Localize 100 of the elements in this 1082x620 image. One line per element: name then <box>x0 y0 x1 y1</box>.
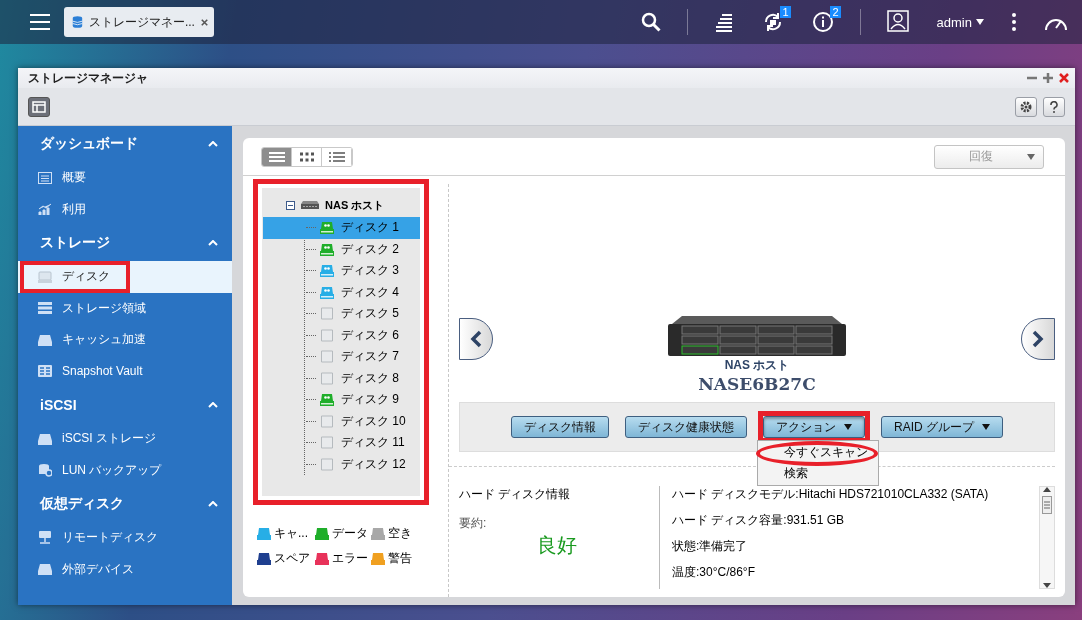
menu-icon[interactable] <box>30 14 50 30</box>
tree-item[interactable]: ディスク 7 <box>263 346 420 368</box>
grid-icon <box>38 365 52 378</box>
detail-list-icon <box>328 151 345 162</box>
disk-icon <box>320 285 334 299</box>
stack-icon[interactable] <box>713 11 734 33</box>
user-menu[interactable]: admin <box>936 14 984 30</box>
sidebar-item[interactable]: 利用 <box>18 193 232 225</box>
dropdown-button[interactable]: RAID グループ <box>881 416 1003 438</box>
drive-icon <box>38 432 52 445</box>
sidebar-item[interactable]: iSCSI ストレージ <box>18 423 232 455</box>
table-icon <box>38 171 52 184</box>
sidebar-item[interactable]: LUN バックアップ <box>18 454 232 486</box>
tree-item[interactable]: ディスク 1 <box>263 217 420 239</box>
database-icon <box>72 14 83 30</box>
section-title: ハード ディスク情報 <box>459 486 572 503</box>
action-button[interactable]: ディスク健康状態 <box>625 416 747 438</box>
menu-item[interactable]: 検索 <box>758 463 878 484</box>
sidebar-item[interactable]: 外部デバイス <box>18 553 232 585</box>
section-header: ダッシュボード <box>40 135 139 153</box>
dropdown-button[interactable]: アクション <box>763 416 865 438</box>
drive-icon <box>38 563 52 576</box>
notification-badge: 2 <box>830 6 841 18</box>
status-value: 良好 <box>537 533 578 558</box>
next-button[interactable] <box>1021 318 1055 360</box>
sidebar-item[interactable]: Snapshot Vault <box>18 355 232 387</box>
maximize-icon[interactable] <box>1043 73 1053 83</box>
tree-item[interactable]: ディスク 12 <box>263 453 420 475</box>
menu-item[interactable]: 今すぐスキャン <box>758 442 878 463</box>
tree-item[interactable]: ディスク 8 <box>263 367 420 389</box>
device-caption: NAS ホスト <box>724 357 790 374</box>
tree-root-label[interactable]: NAS ホスト <box>325 197 385 213</box>
sidebar-item[interactable]: リモートディスク <box>18 522 232 554</box>
collapse-icon[interactable] <box>286 200 295 210</box>
tree-item[interactable]: ディスク 5 <box>263 303 420 325</box>
action-button[interactable]: ディスク情報 <box>511 416 609 438</box>
legend-item: 警告 <box>371 550 427 567</box>
settings-icon <box>1020 100 1032 113</box>
chevron-left-icon <box>470 330 482 348</box>
scrollbar[interactable] <box>1039 486 1055 589</box>
scroll-up-icon[interactable] <box>1043 487 1051 492</box>
close-icon[interactable] <box>200 17 208 27</box>
help-icon <box>1050 100 1058 113</box>
disk-icon <box>320 264 334 278</box>
legend-item: データ <box>315 525 371 542</box>
info-line: ハード ディスクモデル:Hitachi HDS721010CLA332 (SATA) <box>672 486 990 503</box>
stack-icon <box>38 302 52 315</box>
previous-button[interactable] <box>459 318 493 360</box>
layout-button[interactable] <box>28 96 50 117</box>
caret-icon <box>982 424 990 430</box>
window-title: ストレージマネージャ <box>28 69 149 87</box>
sidebar-item[interactable]: 概要 <box>18 162 232 194</box>
legend-item: キャ... <box>257 525 315 542</box>
app-tab[interactable]: ストレージマネー... <box>64 7 214 37</box>
highlight-box: ディスク <box>20 261 130 293</box>
search-icon[interactable] <box>640 12 661 32</box>
info-icon[interactable] <box>811 11 834 33</box>
notification-badge: 1 <box>780 6 791 18</box>
tree-item[interactable]: ディスク 10 <box>263 410 420 432</box>
disk-icon <box>320 393 334 407</box>
help-button[interactable] <box>1043 96 1065 117</box>
chevron-right-icon <box>1032 330 1044 348</box>
close-icon[interactable] <box>1059 73 1069 83</box>
device-name: NASE6B27C <box>698 374 816 394</box>
section-header: iSCSI <box>40 397 78 413</box>
info-line: ハード ディスク容量:931.51 GB <box>672 512 846 529</box>
field-label: 要約: <box>459 515 488 532</box>
list-icon <box>268 151 285 162</box>
legend-item: 空き <box>371 525 427 542</box>
sidebar-item[interactable]: ストレージ領域 <box>18 292 232 324</box>
layout-icon <box>32 100 46 113</box>
scroll-thumb[interactable] <box>1042 496 1052 514</box>
more-icon[interactable] <box>1012 13 1016 31</box>
tree-item[interactable]: ディスク 2 <box>263 238 420 260</box>
settings-button[interactable] <box>1015 96 1037 117</box>
legend-item: スペア <box>257 550 315 567</box>
user-icon[interactable] <box>886 10 909 34</box>
tree-item[interactable]: ディスク 11 <box>263 432 420 454</box>
tree-item[interactable]: ディスク 3 <box>263 260 420 282</box>
disk-icon <box>320 242 334 256</box>
tree-item[interactable]: ディスク 6 <box>263 324 420 346</box>
caret-icon <box>976 19 984 25</box>
server-icon <box>301 201 319 209</box>
scroll-down-icon[interactable] <box>1043 583 1051 588</box>
chart-icon <box>38 203 52 216</box>
database-icon <box>38 463 52 478</box>
sidebar-item[interactable]: ディスク <box>18 261 232 293</box>
remote-drive-icon <box>38 530 52 545</box>
caret-icon <box>1027 153 1035 160</box>
info-line: 状態:準備完了 <box>672 538 749 555</box>
legend-item: エラー <box>315 550 371 567</box>
tree-item[interactable]: ディスク 4 <box>263 281 420 303</box>
view-button[interactable] <box>262 147 292 166</box>
grid-icon <box>299 151 314 162</box>
sidebar-item[interactable]: キャッシュ加速 <box>18 324 232 356</box>
tree-item[interactable]: ディスク 9 <box>263 389 420 411</box>
view-switcher[interactable] <box>261 146 353 167</box>
info-line: 温度:30°C/86°F <box>672 564 756 581</box>
disk-icon <box>320 221 334 235</box>
drive-icon <box>38 333 52 346</box>
